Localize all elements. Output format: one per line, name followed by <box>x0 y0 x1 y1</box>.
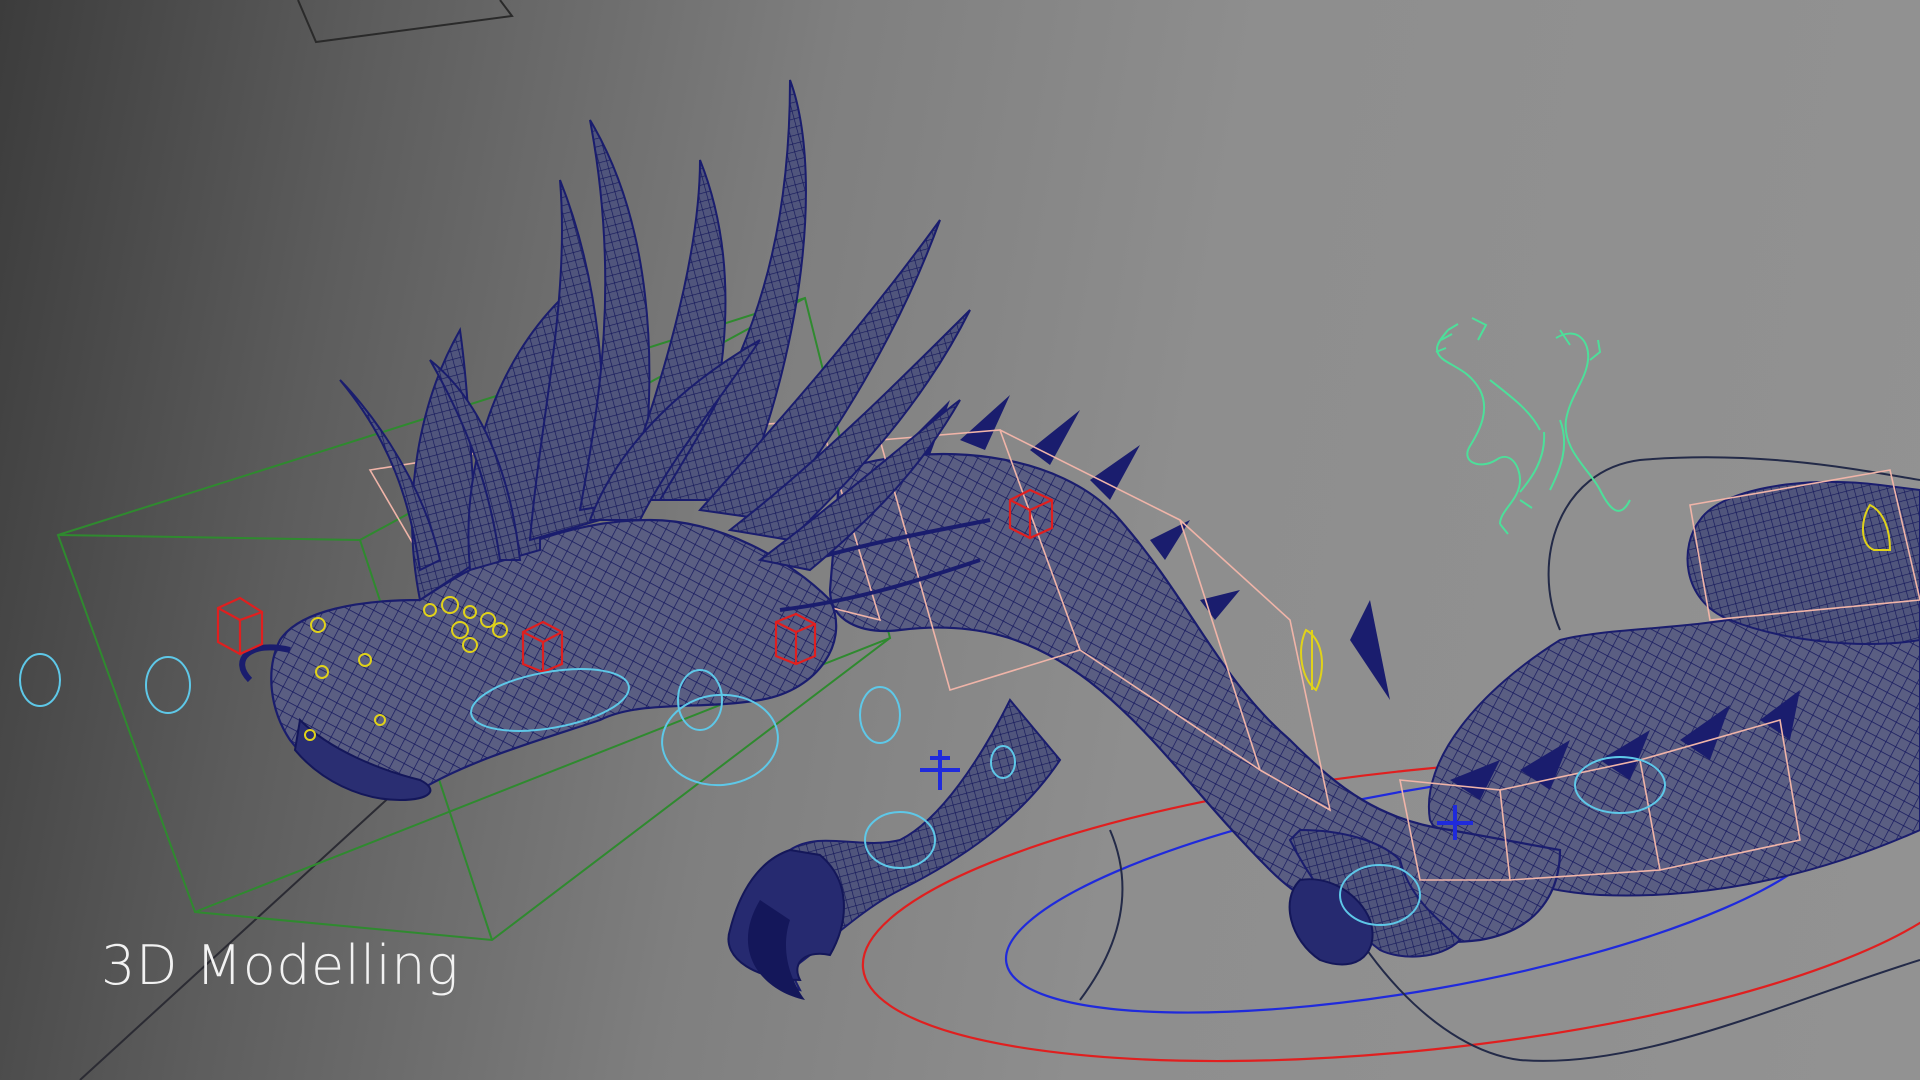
scene-svg[interactable] <box>0 0 1920 1080</box>
3d-viewport[interactable]: 3D Modelling <box>0 0 1920 1080</box>
dragon-icon[interactable] <box>1435 317 1631 535</box>
ground-guide-line <box>79 759 431 1080</box>
grid-plane-edge <box>297 0 514 44</box>
caption-title: 3D Modelling <box>101 934 459 997</box>
dragon-head-mesh[interactable] <box>270 518 838 794</box>
motion-path-curve-2[interactable] <box>1079 829 1124 1001</box>
